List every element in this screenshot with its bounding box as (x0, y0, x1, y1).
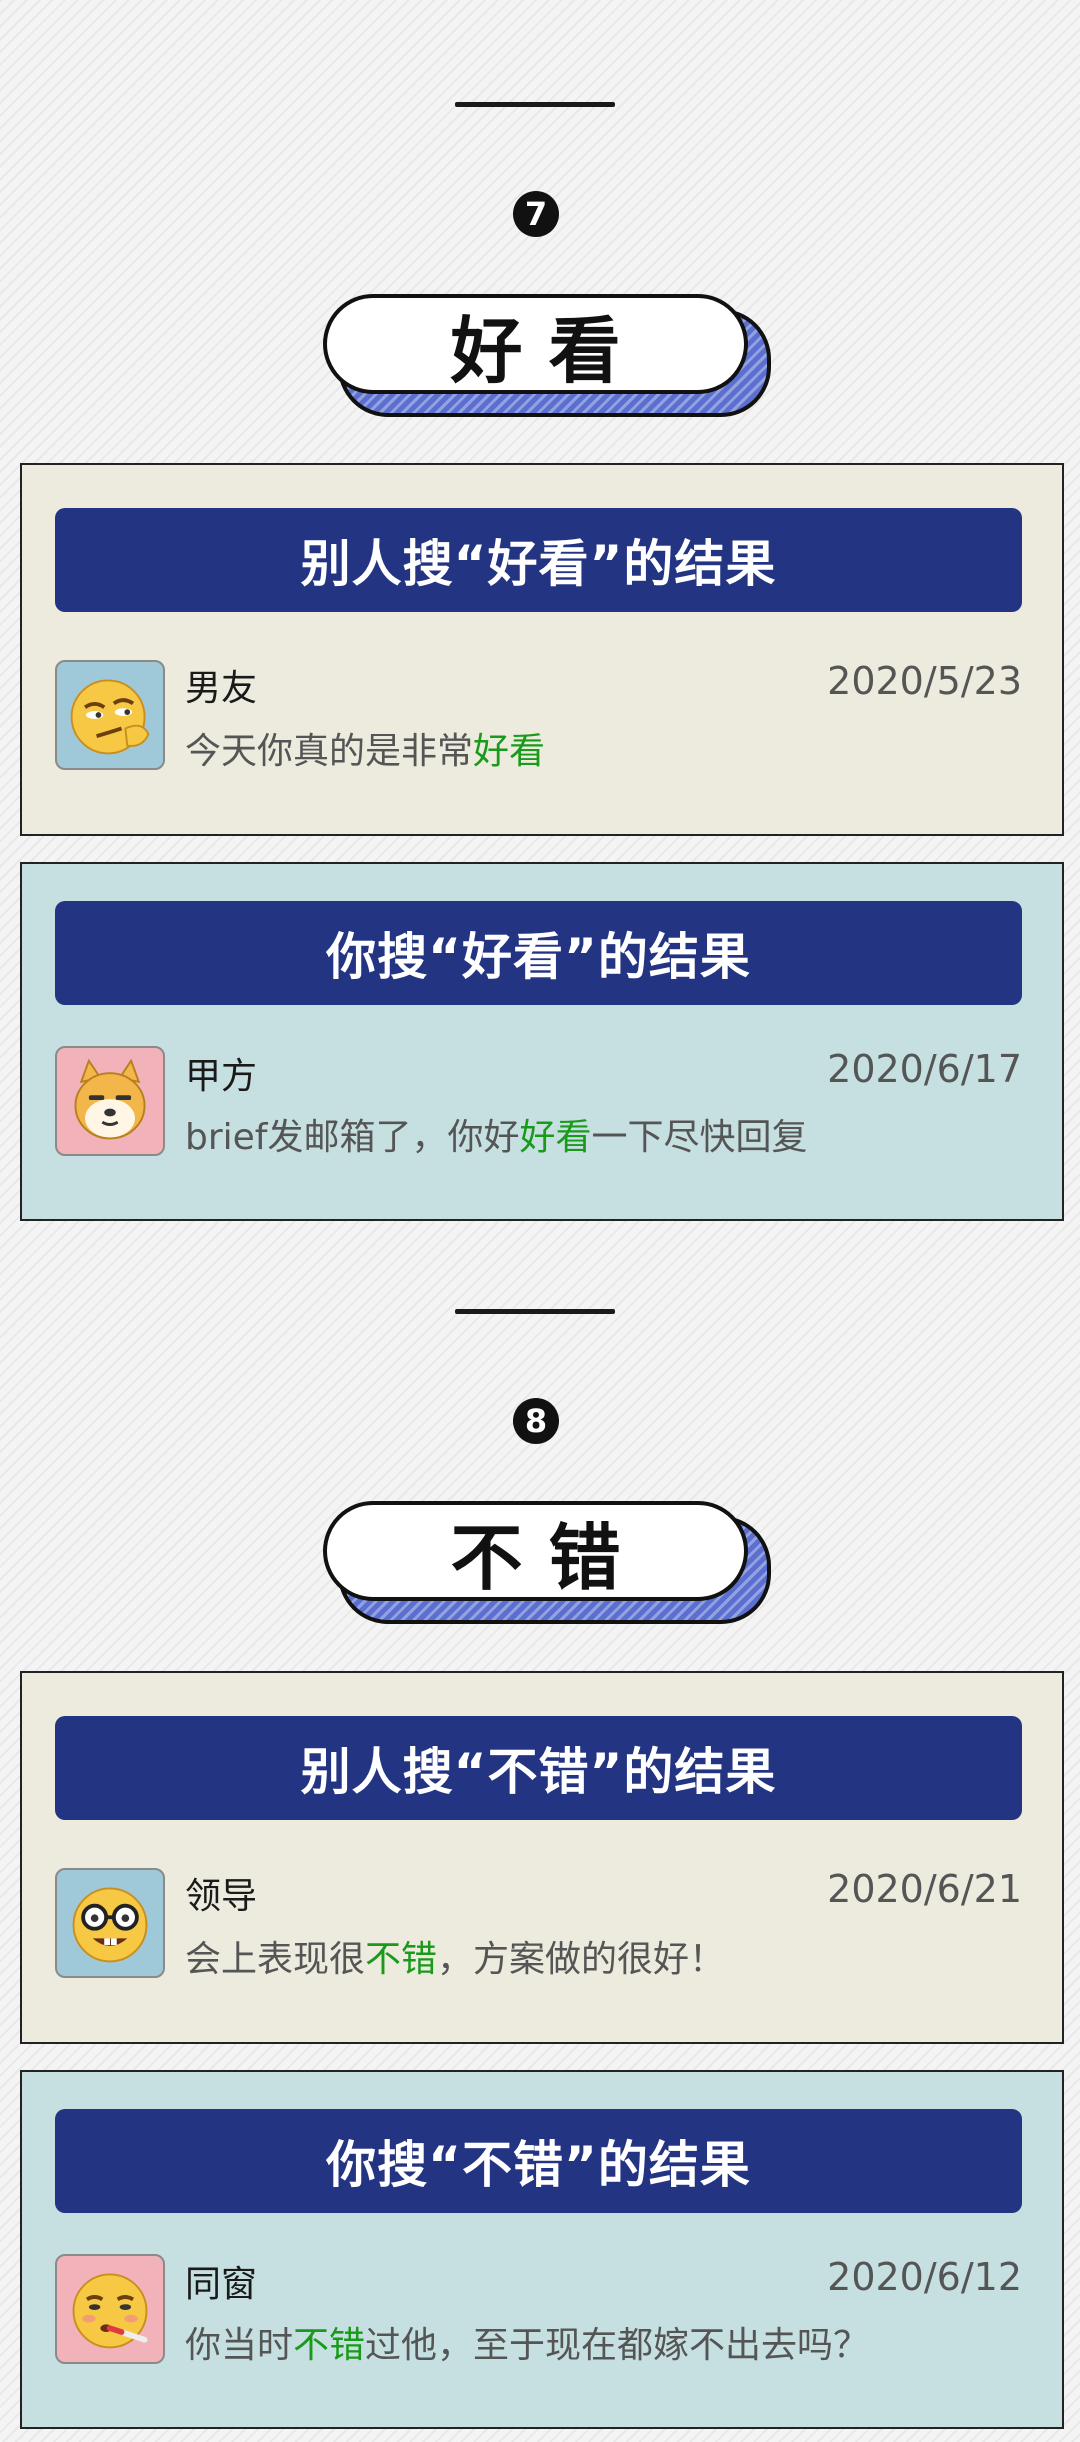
sender-name: 甲方 (185, 1056, 258, 1097)
message-text-before: 你当时 (185, 2325, 294, 2366)
section-number-badge: 8 (513, 1398, 559, 1444)
section-divider (455, 102, 615, 107)
keyword-pill: 不错 (323, 1501, 748, 1601)
message-date: 2020/5/23 (827, 659, 1022, 703)
card-header: 别人搜“好看”的结果 (55, 508, 1022, 612)
message-date: 2020/6/12 (827, 2255, 1022, 2299)
message-text-after: ，方案做的很好！ (437, 1939, 726, 1980)
message-date: 2020/6/17 (827, 1047, 1022, 1091)
thermometer-sick-emoji-icon (55, 2254, 165, 2364)
result-card-others: 别人搜“不错”的结果 领导 2020/6/21 会上表现很不错，方案做的很好！ (20, 1671, 1064, 2044)
doge-emoji-icon (55, 1046, 165, 1156)
message-text: 会上表现很不错，方案做的很好！ (185, 1930, 725, 1982)
message-text-after: 一下尽快回复 (591, 1117, 808, 1158)
card-header: 你搜“好看”的结果 (55, 901, 1022, 1005)
nerd-glasses-emoji-icon (55, 1868, 165, 1978)
keyword-pill: 好看 (323, 294, 748, 394)
sender-name: 男友 (185, 668, 258, 709)
message-highlight: 好看 (473, 731, 546, 772)
message-highlight: 不错 (365, 1939, 438, 1980)
message-text-before: 今天你真的是非常 (185, 731, 474, 772)
message-text-after: 过他，至于现在都嫁不出去吗？ (365, 2325, 870, 2366)
message-text-before: 会上表现很 (185, 1939, 366, 1980)
sender-name: 领导 (185, 1876, 258, 1917)
message-text-before: brief发邮箱了，你好 (185, 1117, 520, 1158)
section-number-badge: 7 (513, 191, 559, 237)
message-highlight: 好看 (519, 1117, 592, 1158)
result-card-you: 你搜“好看”的结果 甲方 2020/6/17 brief发邮箱了，你好好看一下尽… (20, 862, 1064, 1221)
message-text: 今天你真的是非常好看 (185, 722, 545, 774)
message-text: brief发邮箱了，你好好看一下尽快回复 (185, 1108, 808, 1160)
message-date: 2020/6/21 (827, 1867, 1022, 1911)
card-header: 别人搜“不错”的结果 (55, 1716, 1022, 1820)
result-card-others: 别人搜“好看”的结果 男友 2020/5/23 今天你真的是非常好看 (20, 463, 1064, 836)
sender-name: 同窗 (185, 2264, 258, 2305)
message-text: 你当时不错过他，至于现在都嫁不出去吗？ (185, 2316, 869, 2368)
message-highlight: 不错 (293, 2325, 366, 2366)
smirk-emoji-icon (55, 660, 165, 770)
card-header: 你搜“不错”的结果 (55, 2109, 1022, 2213)
section-divider (455, 1309, 615, 1314)
result-card-you: 你搜“不错”的结果 同窗 2020/6/12 你当时不错过他，至于现在都嫁不出去… (20, 2070, 1064, 2429)
